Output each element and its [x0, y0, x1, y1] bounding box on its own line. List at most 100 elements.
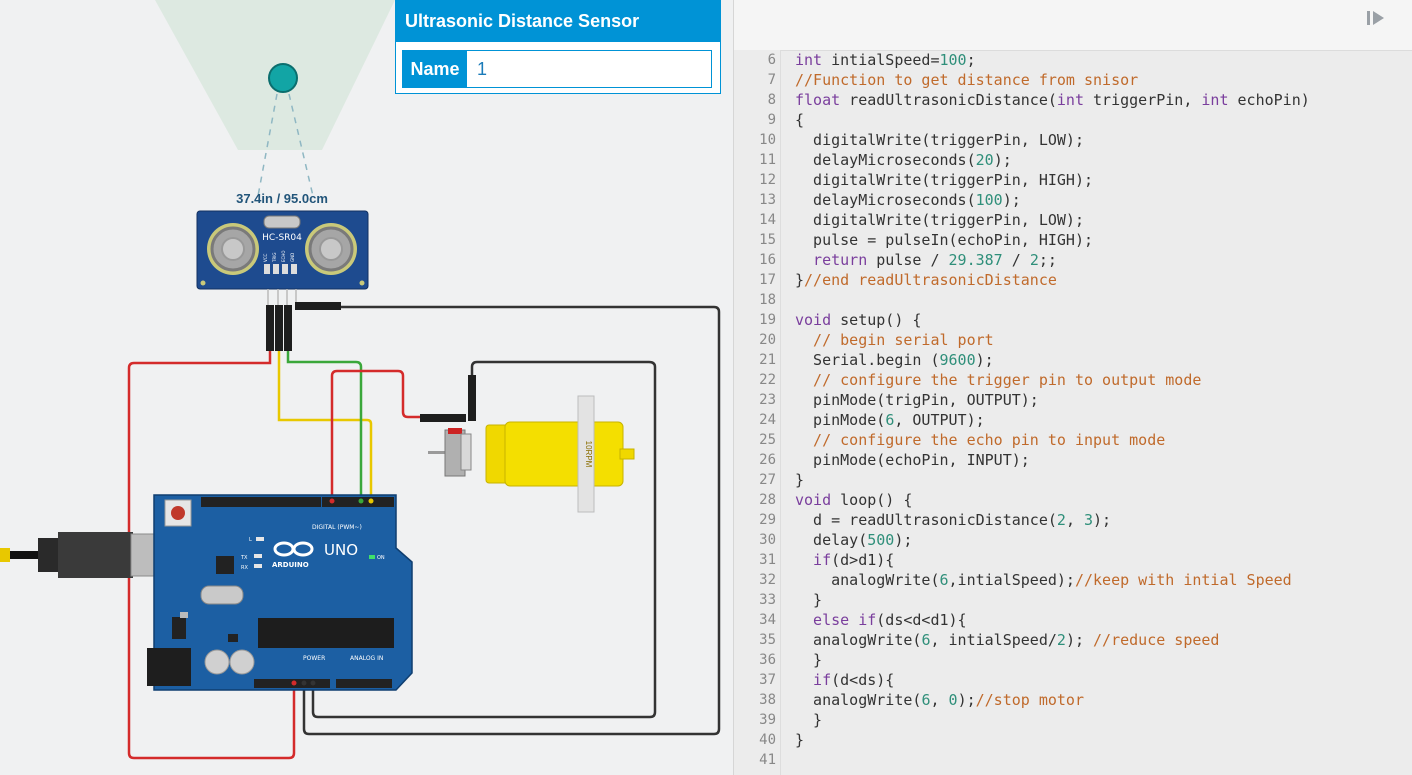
- code-token: ;;: [1038, 251, 1057, 269]
- name-label: Name: [403, 51, 467, 87]
- code-line[interactable]: pinMode(echoPin, INPUT);: [795, 450, 1412, 470]
- code-token: );: [1065, 631, 1094, 649]
- ultrasonic-sensor[interactable]: HC-SR04 VCC TRIG ECHO GND: [196, 210, 369, 290]
- line-number: 16: [759, 252, 776, 268]
- code-line[interactable]: digitalWrite(triggerPin, LOW);: [795, 130, 1412, 150]
- code-line[interactable]: analogWrite(6,intialSpeed);//keep with i…: [795, 570, 1412, 590]
- line-number: 13: [759, 192, 776, 208]
- line-number: 38: [759, 692, 776, 708]
- line-number: 34: [759, 612, 776, 628]
- code-token: );: [894, 531, 913, 549]
- target-object-handle[interactable]: [268, 63, 298, 93]
- code-line[interactable]: }: [795, 710, 1412, 730]
- code-line[interactable]: float readUltrasonicDistance(int trigger…: [795, 90, 1412, 110]
- code-token: return: [795, 251, 868, 269]
- code-line[interactable]: // configure the echo pin to input mode: [795, 430, 1412, 450]
- l-led-label: L: [249, 537, 252, 543]
- code-token: 20: [975, 151, 994, 169]
- code-token: // configure the echo pin to input mode: [795, 431, 1166, 449]
- code-line[interactable]: analogWrite(6, intialSpeed/2); //reduce …: [795, 630, 1412, 650]
- code-line[interactable]: }: [795, 730, 1412, 750]
- digital-pwm-label: DIGITAL (PWM~): [312, 524, 362, 531]
- line-number: 22: [759, 372, 776, 388]
- line-number: 24: [759, 412, 776, 428]
- code-token: pulse /: [867, 251, 949, 269]
- code-line[interactable]: else if(ds<d<d1){: [795, 610, 1412, 630]
- code-line[interactable]: }//end readUltrasonicDistance: [795, 270, 1412, 290]
- line-number-gutter: 6 7 8 9 10 11 12 13 14 15 16 17 18 19 20 21 22 23 24 25 26 27…: [734, 50, 781, 775]
- line-number: 21: [759, 352, 776, 368]
- code-line[interactable]: pulse = pulseIn(echoPin, HIGH);: [795, 230, 1412, 250]
- code-line[interactable]: // begin serial port: [795, 330, 1412, 350]
- name-input[interactable]: [467, 51, 711, 87]
- code-token: int: [1201, 91, 1229, 109]
- arduino-uno-board[interactable]: DIGITAL (PWM~) L TX RX UNO ARDUINO ON PO…: [147, 494, 413, 691]
- code-line[interactable]: }: [795, 590, 1412, 610]
- code-line[interactable]: delayMicroseconds(20);: [795, 150, 1412, 170]
- wire-motor-red[interactable]: [330, 369, 420, 504]
- code-line[interactable]: digitalWrite(triggerPin, LOW);: [795, 210, 1412, 230]
- code-editor[interactable]: 6 7 8 9 10 11 12 13 14 15 16 17 18 19 20 21 22 23 24 25 26 27…: [734, 50, 1412, 775]
- code-line[interactable]: return pulse / 29.387 / 2;;: [795, 250, 1412, 270]
- code-line[interactable]: if(d<ds){: [795, 670, 1412, 690]
- code-token: }: [795, 271, 805, 289]
- code-token: ,: [930, 691, 949, 709]
- wire-trig-yellow[interactable]: [277, 351, 373, 504]
- line-number: 37: [759, 672, 776, 688]
- code-token: setup() {: [831, 311, 922, 329]
- code-line[interactable]: analogWrite(6, 0);//stop motor: [795, 690, 1412, 710]
- code-line[interactable]: //Function to get distance from snisor: [795, 70, 1412, 90]
- code-line[interactable]: [795, 750, 1412, 770]
- code-line[interactable]: {: [795, 110, 1412, 130]
- code-token: void: [795, 491, 832, 509]
- motor-label: 10RPM: [584, 441, 593, 468]
- code-line[interactable]: // configure the trigger pin to output m…: [795, 370, 1412, 390]
- code-line[interactable]: }: [795, 650, 1412, 670]
- code-line[interactable]: d = readUltrasonicDistance(2, 3);: [795, 510, 1412, 530]
- code-text[interactable]: int intialSpeed=100;//Function to get di…: [795, 50, 1412, 770]
- code-line[interactable]: [795, 290, 1412, 310]
- dc-gear-motor[interactable]: 10RPM: [420, 375, 635, 513]
- code-token: 2: [1029, 251, 1039, 269]
- code-token: digitalWrite(triggerPin, LOW);: [795, 131, 1084, 149]
- line-number: 32: [759, 572, 776, 588]
- code-token: // begin serial port: [795, 331, 994, 349]
- code-token: pinMode(trigPin, OUTPUT);: [795, 391, 1039, 409]
- circuit-canvas[interactable]: 37.4in / 95.0cm HC-SR04 VCC TRIG ECHO GN…: [0, 0, 733, 775]
- code-token: );: [975, 351, 994, 369]
- wire-echo-green[interactable]: [286, 351, 363, 504]
- code-line[interactable]: delay(500);: [795, 530, 1412, 550]
- code-token: int: [795, 51, 823, 69]
- line-number: 39: [759, 712, 776, 728]
- line-number: 17: [759, 272, 776, 288]
- circuit-diagram[interactable]: 37.4in / 95.0cm HC-SR04 VCC TRIG ECHO GN…: [0, 0, 733, 775]
- code-token: delayMicroseconds(: [795, 191, 976, 209]
- code-token: , intialSpeed/: [930, 631, 1057, 649]
- code-line[interactable]: pinMode(trigPin, OUTPUT);: [795, 390, 1412, 410]
- code-line[interactable]: }: [795, 470, 1412, 490]
- code-token: );: [1002, 191, 1021, 209]
- tx-label: TX: [240, 555, 248, 561]
- code-line[interactable]: pinMode(6, OUTPUT);: [795, 410, 1412, 430]
- code-line[interactable]: digitalWrite(triggerPin, HIGH);: [795, 170, 1412, 190]
- code-line[interactable]: if(d>d1){: [795, 550, 1412, 570]
- line-number: 14: [759, 212, 776, 228]
- usb-cable: [0, 532, 177, 578]
- name-property-row: Name: [402, 50, 712, 88]
- step-play-icon[interactable]: [1364, 9, 1390, 27]
- code-token: 2: [1056, 631, 1066, 649]
- sensor-pin-gnd: GND: [290, 253, 295, 262]
- code-token: }: [795, 731, 805, 749]
- code-token: analogWrite(: [795, 571, 940, 589]
- code-line[interactable]: int intialSpeed=100;: [795, 50, 1412, 70]
- code-line[interactable]: void loop() {: [795, 490, 1412, 510]
- sensor-pin-echo: ECHO: [281, 251, 286, 262]
- code-token: (ds<d<d1){: [876, 611, 967, 629]
- code-token: ,: [1065, 511, 1084, 529]
- code-line[interactable]: void setup() {: [795, 310, 1412, 330]
- sensor-pin-trig: TRIG: [272, 252, 277, 263]
- code-line[interactable]: Serial.begin (9600);: [795, 350, 1412, 370]
- code-token: echoPin): [1228, 91, 1310, 109]
- code-token: ,intialSpeed);: [948, 571, 1075, 589]
- code-line[interactable]: delayMicroseconds(100);: [795, 190, 1412, 210]
